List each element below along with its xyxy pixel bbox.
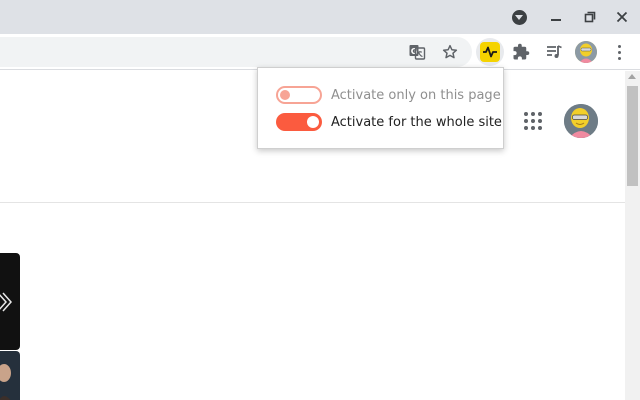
- activate-page-label: Activate only on this page: [331, 87, 501, 103]
- bookmark-star-icon: [442, 44, 458, 59]
- profile-button[interactable]: [573, 39, 599, 65]
- page-scrollbar[interactable]: [625, 71, 640, 400]
- translate-button[interactable]: G: [404, 39, 430, 65]
- pulse-extension-tile: [480, 42, 500, 62]
- media-control-icon: [547, 45, 562, 58]
- extensions-button[interactable]: [508, 39, 534, 65]
- close-window-button[interactable]: [611, 6, 633, 28]
- activate-site-label: Activate for the whole site: [331, 114, 502, 130]
- maximize-button[interactable]: [579, 6, 601, 28]
- bookmark-star-button[interactable]: [437, 39, 463, 65]
- activate-page-option[interactable]: Activate only on this page: [276, 85, 501, 105]
- profile-avatar: [575, 41, 597, 63]
- title-bar: [0, 0, 640, 34]
- close-icon: [616, 11, 628, 23]
- extension-popup: Activate only on this page Activate for …: [257, 67, 504, 149]
- minimize-button[interactable]: [545, 6, 567, 28]
- minimize-icon: [551, 19, 561, 21]
- tab-search-button[interactable]: [508, 6, 530, 28]
- apps-grid-icon: [524, 112, 528, 116]
- browser-menu-button[interactable]: [606, 39, 632, 65]
- video-thumbnail[interactable]: [0, 351, 20, 400]
- scroll-up-arrow-icon[interactable]: [628, 74, 636, 79]
- activate-page-toggle[interactable]: [276, 86, 322, 104]
- account-avatar[interactable]: [564, 104, 598, 138]
- maximize-icon: [584, 11, 596, 23]
- browser-toolbar: G: [0, 34, 640, 70]
- video-thumbnail[interactable]: [0, 253, 20, 350]
- apps-grid-button[interactable]: [519, 107, 547, 135]
- scrollbar-thumb[interactable]: [627, 86, 638, 186]
- kebab-menu-icon: [617, 44, 621, 60]
- address-bar[interactable]: [0, 37, 472, 67]
- tab-search-icon: [511, 9, 527, 25]
- pulse-extension-button[interactable]: [476, 38, 504, 66]
- pulse-extension-icon: [483, 46, 497, 58]
- translate-icon: G: [409, 45, 426, 60]
- extensions-puzzle-icon: [513, 43, 530, 60]
- activate-site-toggle[interactable]: [276, 113, 322, 131]
- media-control-button[interactable]: [541, 39, 567, 65]
- activate-site-option[interactable]: Activate for the whole site: [276, 112, 502, 132]
